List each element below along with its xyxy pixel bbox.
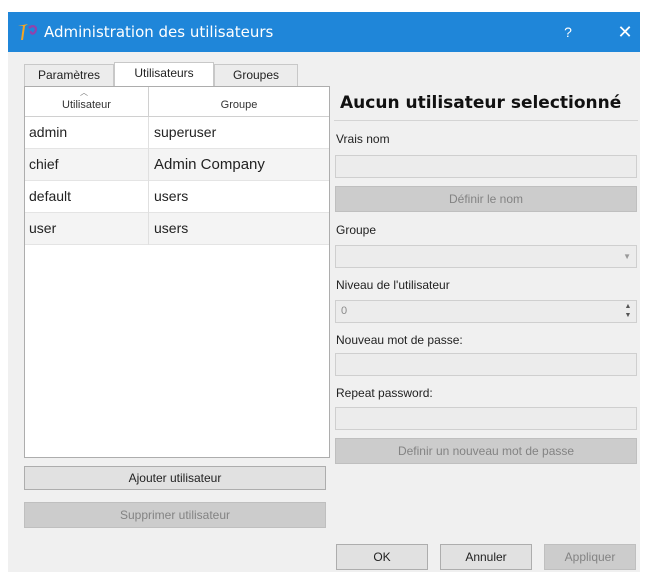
add-user-button[interactable]: Ajouter utilisateur xyxy=(24,466,326,490)
group-select[interactable]: ▼ xyxy=(335,245,637,268)
sort-ascending-icon: ︿ xyxy=(80,88,88,97)
users-table: ︿ Utilisateur Groupe admin superuser chi… xyxy=(24,86,330,458)
group-label: Groupe xyxy=(336,223,377,237)
tab-parametres[interactable]: Paramètres xyxy=(24,64,114,86)
set-password-button[interactable]: Definir un nouveau mot de passe xyxy=(335,438,637,464)
set-name-button[interactable]: Définir le nom xyxy=(335,186,637,212)
repeat-password-field[interactable] xyxy=(335,407,637,430)
user-level-spinbox[interactable]: 0 ▲ ▼ xyxy=(335,300,637,323)
tango-app-icon xyxy=(16,22,40,42)
user-level-label: Niveau de l'utilisateur xyxy=(336,278,450,292)
cancel-button[interactable]: Annuler xyxy=(440,544,532,570)
user-cell: default xyxy=(25,181,149,213)
table-row[interactable]: user users xyxy=(25,213,329,245)
window-title: Administration des utilisateurs xyxy=(44,23,274,41)
tab-utilisateurs[interactable]: Utilisateurs xyxy=(114,62,214,86)
title-bar: Administration des utilisateurs ? ✕ xyxy=(8,12,640,52)
real-name-field[interactable] xyxy=(335,155,637,178)
heading-divider xyxy=(334,120,638,121)
tab-groupes[interactable]: Groupes xyxy=(214,64,298,86)
group-cell: superuser xyxy=(154,124,217,140)
table-row[interactable]: chief Admin Company xyxy=(25,149,329,181)
chevron-down-icon: ▼ xyxy=(623,252,631,261)
user-cell: user xyxy=(25,213,149,245)
group-cell: Admin Company xyxy=(154,156,265,173)
close-button[interactable]: ✕ xyxy=(613,21,637,43)
user-cell: chief xyxy=(25,149,149,181)
ok-button[interactable]: OK xyxy=(336,544,428,570)
selected-user-heading: Aucun utilisateur selectionné xyxy=(340,93,622,113)
delete-user-button[interactable]: Supprimer utilisateur xyxy=(24,502,326,528)
user-level-value: 0 xyxy=(341,305,348,317)
column-header-groupe[interactable]: Groupe xyxy=(149,87,329,117)
group-cell: users xyxy=(154,220,189,236)
apply-button[interactable]: Appliquer xyxy=(544,544,636,570)
column-header-utilisateur[interactable]: ︿ Utilisateur xyxy=(25,87,149,117)
spin-arrows-icon[interactable]: ▲ ▼ xyxy=(622,302,634,321)
user-cell: admin xyxy=(25,117,149,149)
repeat-password-label: Repeat password: xyxy=(336,386,433,400)
group-cell: users xyxy=(154,188,189,204)
help-button[interactable]: ? xyxy=(556,21,580,43)
table-row[interactable]: admin superuser xyxy=(25,117,329,149)
table-row[interactable]: default users xyxy=(25,181,329,213)
real-name-label: Vrais nom xyxy=(336,132,390,146)
new-password-label: Nouveau mot de passe: xyxy=(336,333,463,347)
new-password-field[interactable] xyxy=(335,353,637,376)
table-header: ︿ Utilisateur Groupe xyxy=(25,87,329,117)
